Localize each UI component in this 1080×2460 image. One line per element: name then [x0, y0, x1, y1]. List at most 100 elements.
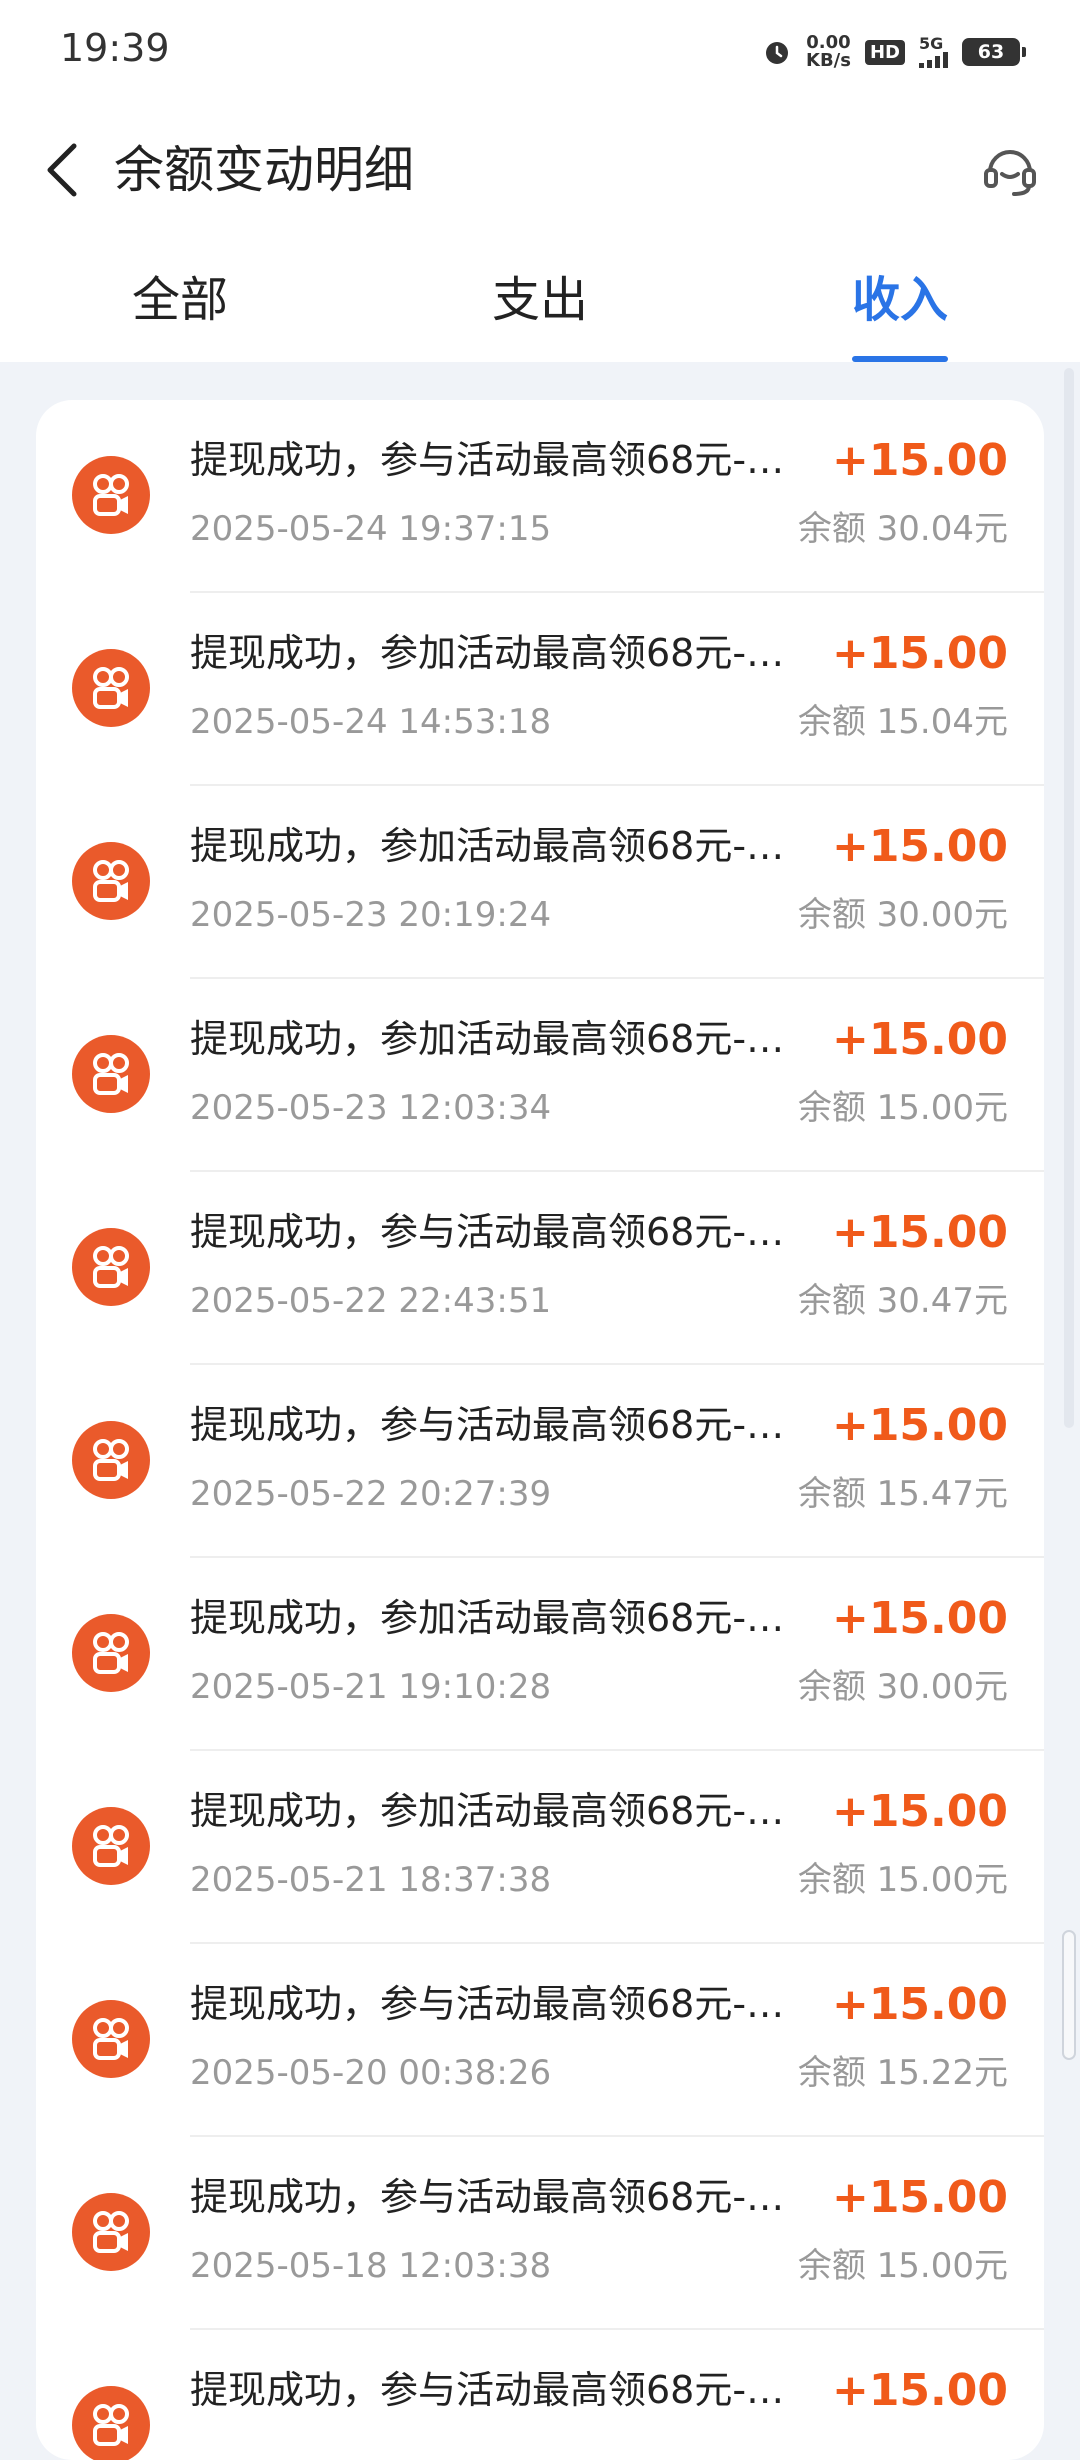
tab-expense[interactable]: 支出: [460, 268, 620, 332]
customer-service-button[interactable]: [976, 136, 1044, 204]
headset-icon: [984, 150, 1036, 196]
transaction-title: 提现成功，参与活动最高领68元-…: [190, 1403, 785, 1447]
transaction-title: 提现成功，参加活动最高领68元-…: [190, 1789, 785, 1833]
transaction-row[interactable]: 提现成功，参加活动最高领68元-… +15.00 2025-05-23 12:03:…: [36, 979, 1044, 1172]
kuaishou-logo-icon: [93, 1825, 129, 1867]
chevron-left-icon: [47, 143, 77, 197]
transaction-icon: [72, 1807, 150, 1885]
transaction-row[interactable]: 提现成功，参与活动最高领68元-… +15.00 2025-05-18 12:03:…: [36, 2137, 1044, 2330]
kuaishou-logo-icon: [93, 2404, 129, 2446]
transaction-amount: +15.00: [831, 821, 1008, 872]
transaction-time: 2025-05-24 14:53:18: [190, 702, 552, 742]
kuaishou-logo-icon: [93, 474, 129, 516]
page-title: 余额变动明细: [114, 141, 414, 199]
tab-income[interactable]: 收入: [820, 268, 980, 332]
transaction-row[interactable]: 提现成功，参与活动最高领68元-… +15.00 2025-05-22 20:27:…: [36, 1365, 1044, 1558]
hd-icon: HD: [864, 39, 905, 65]
transaction-title: 提现成功，参加活动最高领68元-…: [190, 1596, 785, 1640]
transaction-time: 2025-05-21 18:37:38: [190, 1860, 552, 1900]
alarm-icon: [762, 37, 792, 67]
transaction-amount: +15.00: [831, 2365, 1008, 2416]
transaction-amount: +15.00: [831, 1207, 1008, 1258]
transaction-time: 2025-05-20 00:38:26: [190, 2053, 552, 2093]
transaction-icon: [72, 2000, 150, 2078]
network-speed: 0.00 KB/s: [806, 34, 851, 70]
transaction-amount: +15.00: [831, 1014, 1008, 1065]
transaction-title: 提现成功，参与活动最高领68元-…: [190, 1982, 785, 2026]
transaction-icon: [72, 2386, 150, 2460]
kuaishou-logo-icon: [93, 1632, 129, 1674]
signal-icon: 5G: [919, 36, 948, 68]
transaction-icon: [72, 649, 150, 727]
transaction-balance: 余额 30.00元: [797, 1667, 1008, 1707]
transaction-amount: +15.00: [831, 628, 1008, 679]
scrollbar-track[interactable]: [1064, 368, 1074, 1428]
transaction-time: 2025-05-22 22:43:51: [190, 1281, 552, 1321]
transaction-amount: +15.00: [831, 2172, 1008, 2223]
transaction-time: 2025-05-18 12:03:38: [190, 2246, 552, 2286]
kuaishou-logo-icon: [93, 2211, 129, 2253]
transaction-amount: +15.00: [831, 1786, 1008, 1837]
transaction-balance: 余额 15.47元: [797, 1474, 1008, 1514]
battery-level: 63: [977, 41, 1005, 63]
fast-scroll-handle[interactable]: [1062, 1930, 1076, 2060]
back-button[interactable]: [30, 138, 94, 202]
transaction-balance: 余额 15.00元: [797, 2246, 1008, 2286]
battery-icon: 63: [962, 38, 1026, 66]
transaction-row[interactable]: 提现成功，参与活动最高领68元-… +15.00: [36, 2330, 1044, 2460]
transaction-icon: [72, 2193, 150, 2271]
status-time: 19:39: [60, 26, 170, 70]
transaction-title: 提现成功，参加活动最高领68元-…: [190, 1017, 785, 1061]
transaction-time: 2025-05-23 12:03:34: [190, 1088, 552, 1128]
transaction-balance: 余额 15.22元: [797, 2053, 1008, 2093]
status-icons: 0.00 KB/s HD 5G 63: [762, 28, 1026, 76]
transaction-balance: 余额 30.47元: [797, 1281, 1008, 1321]
transaction-list: 提现成功，参与活动最高领68元-… +15.00 2025-05-24 19:37:…: [36, 400, 1044, 2460]
kuaishou-logo-icon: [93, 667, 129, 709]
active-tab-indicator: [852, 356, 948, 362]
transaction-row[interactable]: 提现成功，参加活动最高领68元-… +15.00 2025-05-23 20:19:…: [36, 786, 1044, 979]
transaction-row[interactable]: 提现成功，参与活动最高领68元-… +15.00 2025-05-20 00:38:…: [36, 1944, 1044, 2137]
kuaishou-logo-icon: [93, 2018, 129, 2060]
tab-all[interactable]: 全部: [100, 268, 260, 332]
transaction-time: 2025-05-24 19:37:15: [190, 509, 552, 549]
transaction-time: 2025-05-23 20:19:24: [190, 895, 552, 935]
transaction-time: 2025-05-22 20:27:39: [190, 1474, 552, 1514]
transaction-balance: 余额 15.00元: [797, 1860, 1008, 1900]
transaction-row[interactable]: 提现成功，参加活动最高领68元-… +15.00 2025-05-21 18:37:…: [36, 1751, 1044, 1944]
kuaishou-logo-icon: [93, 1439, 129, 1481]
transaction-balance: 余额 30.04元: [797, 509, 1008, 549]
transaction-icon: [72, 1228, 150, 1306]
transaction-title: 提现成功，参与活动最高领68元-…: [190, 2175, 785, 2219]
transaction-row[interactable]: 提现成功，参与活动最高领68元-… +15.00 2025-05-22 22:43:…: [36, 1172, 1044, 1365]
transaction-icon: [72, 456, 150, 534]
transaction-title: 提现成功，参与活动最高领68元-…: [190, 1210, 785, 1254]
transaction-amount: +15.00: [831, 1979, 1008, 2030]
transaction-balance: 余额 15.00元: [797, 1088, 1008, 1128]
transaction-title: 提现成功，参加活动最高领68元-…: [190, 631, 785, 675]
header: 余额变动明细: [0, 120, 1080, 220]
transaction-row[interactable]: 提现成功，参加活动最高领68元-… +15.00 2025-05-21 19:10:…: [36, 1558, 1044, 1751]
transaction-time: 2025-05-21 19:10:28: [190, 1667, 552, 1707]
top-bar: 19:39 0.00 KB/s HD 5G 63 余额变动明细 全部 支出 收入: [0, 0, 1080, 362]
kuaishou-logo-icon: [93, 1053, 129, 1095]
transaction-title: 提现成功，参与活动最高领68元-…: [190, 438, 785, 482]
transaction-title: 提现成功，参与活动最高领68元-…: [190, 2368, 785, 2412]
transaction-icon: [72, 1035, 150, 1113]
transaction-icon: [72, 842, 150, 920]
transaction-amount: +15.00: [831, 435, 1008, 486]
transaction-amount: +15.00: [831, 1593, 1008, 1644]
transaction-row[interactable]: 提现成功，参与活动最高领68元-… +15.00 2025-05-24 19:37:…: [36, 400, 1044, 593]
transaction-balance: 余额 30.00元: [797, 895, 1008, 935]
transaction-row[interactable]: 提现成功，参加活动最高领68元-… +15.00 2025-05-24 14:53:…: [36, 593, 1044, 786]
transaction-balance: 余额 15.04元: [797, 702, 1008, 742]
network-type: 5G: [919, 34, 944, 53]
status-bar: 19:39 0.00 KB/s HD 5G 63: [0, 0, 1080, 100]
transaction-title: 提现成功，参加活动最高领68元-…: [190, 824, 785, 868]
kuaishou-logo-icon: [93, 860, 129, 902]
kuaishou-logo-icon: [93, 1246, 129, 1288]
tab-bar: 全部 支出 收入: [0, 258, 1080, 362]
speed-unit: KB/s: [806, 50, 851, 71]
transaction-icon: [72, 1421, 150, 1499]
transaction-icon: [72, 1614, 150, 1692]
